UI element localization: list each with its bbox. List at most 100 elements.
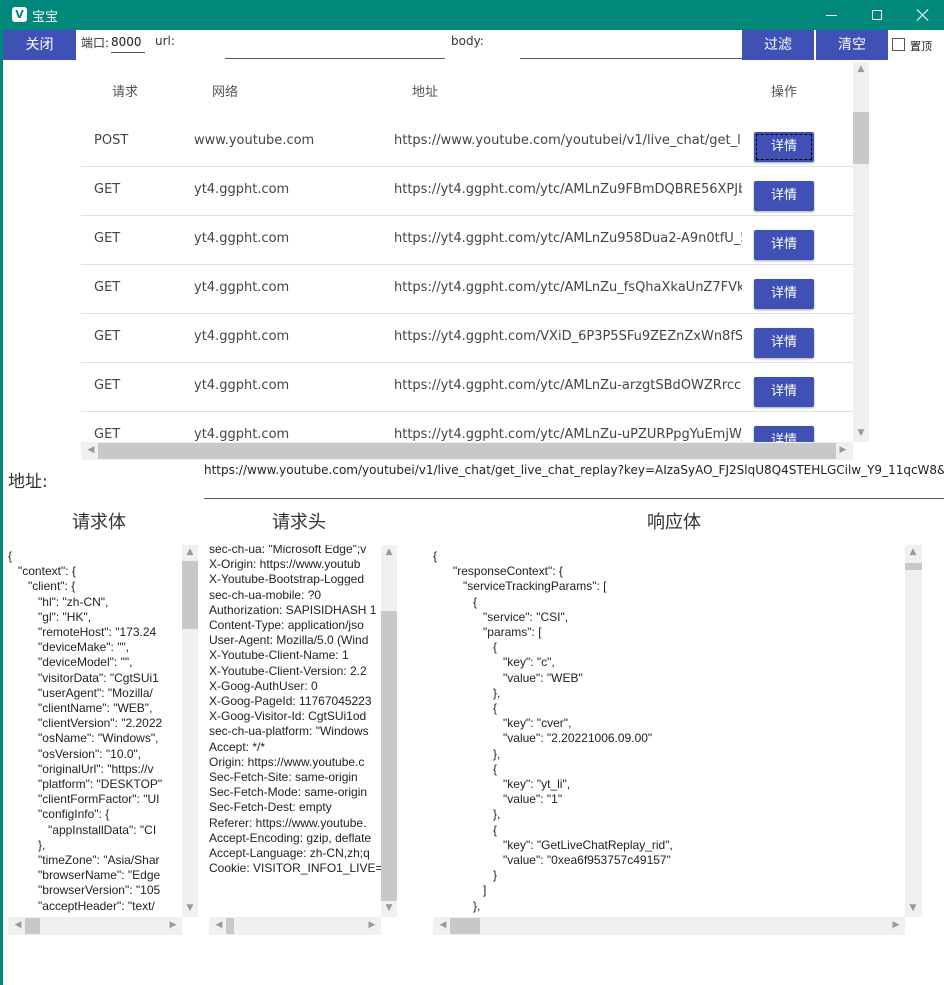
scrollbar-thumb[interactable] [226,918,234,934]
scroll-up-icon[interactable]: ▲ [381,547,397,557]
row-host: yt4.ggpht.com [194,329,290,344]
table-row[interactable]: GET yt4.ggpht.com https://yt4.ggpht.com/… [81,265,853,314]
detail-button[interactable]: 详情 [754,181,814,211]
minimize-button[interactable] [808,0,854,30]
pin-checkbox[interactable] [892,38,905,51]
row-url: https://yt4.ggpht.com/ytc/AMLnZu9FBmDQBR… [394,182,742,197]
url-label: url: [155,34,175,48]
scroll-left-icon[interactable]: ◀ [10,920,26,930]
row-url: https://yt4.ggpht.com/ytc/AMLnZu-uPZURPp… [394,427,742,442]
row-url: https://www.youtube.com/youtubei/v1/live… [394,133,742,148]
detail-button[interactable]: 详情 [754,328,814,358]
request-body-title: 请求体 [72,512,126,533]
row-method: GET [94,231,121,246]
close-button[interactable]: 关闭 [3,30,76,60]
detail-button[interactable]: 详情 [754,377,814,407]
filter-button[interactable]: 过滤 [742,30,814,60]
row-method: GET [94,329,121,344]
address-underline [204,498,944,499]
body-label: body: [451,34,484,48]
scrollbar-thumb[interactable] [905,563,922,570]
column-header-address: 地址 [412,85,439,100]
table-row[interactable]: POST www.youtube.com https://www.youtube… [81,118,853,167]
row-host: www.youtube.com [194,133,315,148]
column-header-network: 网络 [212,85,239,100]
scrollbar-thumb[interactable] [381,611,397,901]
scroll-up-icon[interactable]: ▲ [182,547,198,557]
row-url: https://yt4.ggpht.com/ytc/AMLnZu-arzgtSB… [394,378,742,393]
row-url: https://yt4.ggpht.com/ytc/AMLnZu958Dua2-… [394,231,742,246]
row-host: yt4.ggpht.com [194,280,290,295]
scroll-up-icon[interactable]: ▲ [853,64,869,74]
row-method: GET [94,378,121,393]
row-method: POST [94,133,129,148]
scroll-down-icon[interactable]: ▼ [182,903,198,913]
detail-button[interactable]: 详情 [754,426,814,442]
request-table: 请求 网络 地址 操作 POST www.youtube.com https:/… [81,62,853,442]
response-body-title: 响应体 [647,512,701,533]
maximize-icon [872,10,882,20]
request-headers-title: 请求头 [272,512,326,533]
detail-button[interactable]: 详情 [754,132,814,162]
request-headers-content: sec-ch-ua: "Microsoft Edge";v X-Origin: … [209,545,381,876]
table-row[interactable]: GET yt4.ggpht.com https://yt4.ggpht.com/… [81,167,853,216]
table-row[interactable]: GET yt4.ggpht.com https://yt4.ggpht.com/… [81,314,853,363]
table-vertical-scrollbar[interactable]: ▲ ▼ [853,62,869,442]
request-headers-textarea[interactable]: sec-ch-ua: "Microsoft Edge";v X-Origin: … [209,545,381,935]
table-row[interactable]: GET yt4.ggpht.com https://yt4.ggpht.com/… [81,216,853,265]
clear-button[interactable]: 清空 [816,30,888,60]
url-input[interactable] [225,58,445,59]
scroll-right-icon[interactable]: ▶ [364,920,380,930]
response-body-textarea[interactable]: { "responseContext": { "serviceTrackingP… [433,545,905,935]
scroll-right-icon[interactable]: ▶ [835,445,851,455]
window-title: 宝宝 [32,10,59,25]
row-host: yt4.ggpht.com [194,427,290,442]
row-host: yt4.ggpht.com [194,378,290,393]
scroll-right-icon[interactable]: ▶ [165,920,181,930]
scroll-right-icon[interactable]: ▶ [888,920,904,930]
request-headers-vscrollbar[interactable]: ▲ ▼ [381,545,397,917]
response-body-vscrollbar[interactable]: ▲ ▼ [905,545,922,917]
scrollbar-thumb[interactable] [25,918,40,934]
scroll-down-icon[interactable]: ▼ [905,903,921,913]
row-method: GET [94,280,121,295]
scroll-left-icon[interactable]: ◀ [435,920,451,930]
scrollbar-thumb[interactable] [450,918,480,934]
maximize-button[interactable] [854,0,900,30]
row-url: https://yt4.ggpht.com/ytc/AMLnZu_fsQhaXk… [394,280,742,295]
response-body-hscrollbar[interactable]: ◀ ▶ [433,917,905,935]
request-body-vscrollbar[interactable]: ▲ ▼ [182,545,198,917]
address-field[interactable]: https://www.youtube.com/youtubei/v1/live… [204,463,944,477]
minimize-icon [825,14,837,16]
detail-button[interactable]: 详情 [754,230,814,260]
row-url: https://yt4.ggpht.com/VXiD_6P3P5SFu9ZEZn… [394,329,742,344]
scroll-left-icon[interactable]: ◀ [211,920,227,930]
request-headers-hscrollbar[interactable]: ◀ ▶ [209,917,381,935]
column-header-request: 请求 [112,85,139,100]
table-horizontal-scrollbar[interactable]: ◀ ▶ [81,442,853,460]
port-label: 端口: [81,36,110,50]
scroll-left-icon[interactable]: ◀ [83,445,99,455]
app-logo-icon: V [12,7,27,22]
scroll-down-icon[interactable]: ▼ [853,428,869,438]
body-input[interactable] [520,58,742,59]
scrollbar-thumb[interactable] [853,112,869,164]
scroll-down-icon[interactable]: ▼ [381,903,397,913]
request-body-hscrollbar[interactable]: ◀ ▶ [8,917,182,935]
title-bar: V 宝宝 [0,0,944,30]
row-host: yt4.ggpht.com [194,182,290,197]
detail-button[interactable]: 详情 [754,279,814,309]
address-label: 地址: [8,472,48,492]
row-host: yt4.ggpht.com [194,231,290,246]
window-close-button[interactable] [900,0,944,30]
close-icon [917,9,929,21]
port-input[interactable]: 8000 [111,33,145,53]
scrollbar-thumb[interactable] [98,443,836,459]
scroll-up-icon[interactable]: ▲ [905,547,921,557]
table-row[interactable]: GET yt4.ggpht.com https://yt4.ggpht.com/… [81,412,853,442]
request-body-textarea[interactable]: { "context": { "client": { "hl": "zh-CN"… [8,545,182,935]
table-row[interactable]: GET yt4.ggpht.com https://yt4.ggpht.com/… [81,363,853,412]
scrollbar-thumb[interactable] [182,561,198,629]
request-body-content: { "context": { "client": { "hl": "zh-CN"… [8,549,163,913]
window-border [0,30,3,985]
